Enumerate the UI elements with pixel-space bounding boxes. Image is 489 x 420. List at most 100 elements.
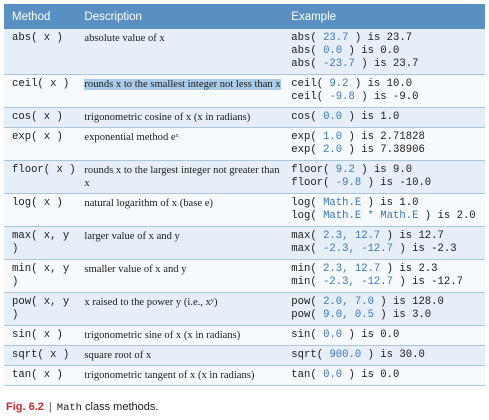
example-argument: 23.7	[323, 32, 349, 44]
description-cell: square root of x	[76, 345, 284, 366]
example-result: ) is 3.0	[373, 309, 432, 321]
description-cell: exponential method eˣ	[76, 127, 284, 161]
example-cell: sqrt( 900.0 ) is 30.0	[283, 345, 485, 366]
method-cell: ceil( x )	[4, 74, 77, 108]
method-cell: sin( x )	[4, 325, 77, 346]
method-cell: min( x, y )	[4, 259, 77, 293]
table-header-row: Method Description Example	[4, 4, 485, 29]
example-cell: abs( 23.7 ) is 23.7 abs( 0.0 ) is 0.0 abs(…	[283, 29, 485, 75]
description-text: absolute value of x	[84, 33, 165, 44]
example-call: floor(	[291, 177, 336, 189]
example-cell: pow( 2.0, 7.0 ) is 128.0 pow( 9.0, 0.5 ) …	[283, 292, 485, 326]
example-argument: 0.0	[323, 369, 343, 381]
description-text: larger value of x and y	[84, 231, 180, 242]
example-call: log(	[291, 197, 324, 209]
table-row: exp( x ) exponential method eˣ exp( 1.0 ) …	[4, 127, 485, 161]
example-line: max( 2.3, 12.7 ) is 12.7	[291, 230, 485, 243]
example-line: abs( 0.0 ) is 0.0	[291, 45, 485, 58]
example-result: ) is 9.0	[354, 164, 413, 176]
method-cell: pow( x, y )	[4, 292, 77, 326]
example-result: ) is 2.3	[380, 263, 438, 275]
example-cell: floor( 9.2 ) is 9.0 floor( -9.8 ) is -10.…	[283, 160, 485, 194]
example-argument: 2.3, 12.7	[323, 230, 381, 242]
caption-text: class methods.	[81, 401, 159, 413]
caption-separator: |	[48, 401, 52, 413]
example-argument: 900.0	[329, 349, 362, 361]
example-call: floor(	[291, 164, 336, 176]
example-argument: -9.8	[329, 91, 355, 103]
example-line: abs( 23.7 ) is 23.7	[291, 32, 485, 45]
description-cell: rounds x to the smallest integer not les…	[76, 74, 284, 108]
description-text: exponential method eˣ	[84, 132, 179, 143]
example-cell: min( 2.3, 12.7 ) is 2.3 min( -2.3, -12.7 …	[283, 259, 485, 293]
example-call: cos(	[291, 111, 324, 123]
table-row: abs( x ) absolute value of x abs( 23.7 ) i…	[4, 29, 485, 75]
table-row: max( x, y ) larger value of x and y max( 2…	[4, 226, 485, 260]
table-row: ceil( x ) rounds x to the smallest intege…	[4, 74, 485, 108]
example-line: min( -2.3, -12.7 ) is -12.7	[291, 276, 485, 289]
description-cell: larger value of x and y	[76, 226, 284, 260]
example-cell: max( 2.3, 12.7 ) is 12.7 max( -2.3, -12.7…	[283, 226, 485, 260]
description-cell: smaller value of x and y	[76, 259, 284, 293]
table-row: log( x ) natural logarithm of x (base e) l…	[4, 193, 485, 227]
example-result: ) is -9.0	[354, 91, 419, 103]
method-cell: exp( x )	[4, 127, 77, 161]
example-call: pow(	[291, 309, 324, 321]
figure-caption: Fig. 6.2 | Math class methods.	[6, 401, 158, 414]
description-cell: trigonometric tangent of x (x in radians…	[76, 365, 284, 386]
example-call: sqrt(	[291, 349, 330, 361]
example-line: min( 2.3, 12.7 ) is 2.3	[291, 263, 485, 276]
example-argument: Math.E	[323, 197, 362, 209]
example-result: ) is 1.0	[342, 111, 400, 123]
example-cell: log( Math.E ) is 1.0 log( Math.E * Math.E…	[283, 193, 485, 227]
description-cell: trigonometric sine of x (x in radians)	[76, 325, 284, 346]
method-cell: sqrt( x )	[4, 345, 77, 366]
example-call: min(	[291, 263, 324, 275]
example-cell: cos( 0.0 ) is 1.0	[283, 107, 485, 128]
table-body: abs( x ) absolute value of x abs( 23.7 ) i…	[4, 29, 485, 386]
example-argument: -23.7	[323, 58, 355, 70]
example-result: ) is 128.0	[373, 296, 444, 308]
description-cell: x raised to the power y (i.e., xʸ)	[76, 292, 284, 326]
method-cell: log( x )	[4, 193, 77, 227]
description-text: trigonometric tangent of x (x in radians…	[84, 370, 255, 381]
description-text: trigonometric sine of x (x in radians)	[84, 330, 241, 341]
method-cell: cos( x )	[4, 107, 77, 128]
header-example: Example	[283, 4, 485, 29]
example-call: tan(	[291, 369, 324, 381]
example-line: pow( 9.0, 0.5 ) is 3.0	[291, 309, 485, 322]
method-cell: max( x, y )	[4, 226, 77, 260]
example-result: ) is 23.7	[354, 58, 419, 70]
example-call: exp(	[291, 144, 324, 156]
example-line: max( -2.3, -12.7 ) is -2.3	[291, 243, 485, 256]
example-argument: -9.8	[335, 177, 362, 189]
header-method: Method	[4, 4, 77, 29]
example-argument: -2.3, -12.7	[323, 243, 394, 255]
example-argument: 2.0, 7.0	[323, 296, 374, 308]
example-argument: 9.2	[329, 78, 349, 90]
example-call: abs(	[291, 32, 324, 44]
example-line: ceil( 9.2 ) is 10.0	[291, 78, 485, 91]
example-call: ceil(	[291, 78, 330, 90]
example-call: max(	[291, 243, 324, 255]
example-result: ) is -10.0	[361, 177, 432, 189]
description-text: natural logarithm of x (base e)	[84, 198, 213, 209]
example-call: min(	[291, 276, 324, 288]
method-cell: floor( x )	[4, 160, 77, 194]
example-result: ) is -2.3	[393, 243, 457, 255]
example-argument: 1.0	[323, 131, 343, 143]
table-row: tan( x ) trigonometric tangent of x (x in…	[4, 365, 485, 386]
example-line: exp( 2.0 ) is 7.38906	[291, 144, 485, 157]
example-cell: sin( 0.0 ) is 0.0	[283, 325, 485, 346]
example-result: ) is 12.7	[380, 230, 444, 242]
example-cell: exp( 1.0 ) is 2.71828 exp( 2.0 ) is 7.389…	[283, 127, 485, 161]
example-result: ) is 10.0	[348, 78, 413, 90]
example-line: pow( 2.0, 7.0 ) is 128.0	[291, 296, 485, 309]
example-argument: 2.0	[323, 144, 343, 156]
example-argument: 2.3, 12.7	[323, 263, 381, 275]
caption-class-name: Math	[56, 402, 82, 414]
table-row: min( x, y ) smaller value of x and y min( …	[4, 259, 485, 293]
example-argument: 0.0	[323, 329, 343, 341]
example-line: log( Math.E ) is 1.0	[291, 197, 485, 210]
example-argument: 0.0	[323, 111, 343, 123]
